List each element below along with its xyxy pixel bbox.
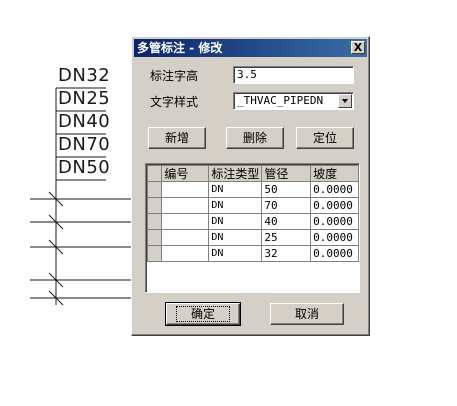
multi-pipe-annotation-dialog: 多管标注 - 修改 X 标注字高 3.5 文字样式 _THVAC_PIPEDN …: [131, 36, 370, 336]
table-row[interactable]: DN 25 0.0000: [146, 229, 359, 246]
dialog-titlebar[interactable]: 多管标注 - 修改 X: [134, 39, 367, 57]
cell-diameter[interactable]: 32: [261, 245, 312, 262]
pipe-table: 编号 标注类型 管径 坡度 DN 50 0.0000 DN 70 0.0000 …: [146, 165, 359, 262]
table-row[interactable]: DN 70 0.0000: [146, 197, 359, 214]
text-style-select[interactable]: _THVAC_PIPEDN: [233, 92, 354, 110]
add-button[interactable]: 新增: [148, 127, 206, 149]
column-header-id[interactable]: 编号: [161, 165, 210, 182]
cad-label-dn40: DN40: [58, 111, 111, 132]
column-header-type[interactable]: 标注类型: [208, 165, 263, 182]
cell-type[interactable]: DN: [208, 245, 263, 262]
row-selector[interactable]: [146, 213, 163, 230]
delete-button[interactable]: 删除: [226, 127, 284, 149]
cell-id[interactable]: [161, 213, 210, 230]
close-icon: X: [353, 41, 363, 54]
row-header-corner: [146, 165, 163, 182]
locate-button[interactable]: 定位: [296, 127, 354, 149]
font-height-input[interactable]: 3.5: [233, 66, 354, 84]
cell-diameter[interactable]: 25: [261, 229, 312, 246]
row-selector[interactable]: [146, 197, 163, 214]
cell-type[interactable]: DN: [208, 181, 263, 198]
cell-diameter[interactable]: 50: [261, 181, 312, 198]
table-row[interactable]: DN 50 0.0000: [146, 181, 359, 198]
row-selector[interactable]: [146, 229, 163, 246]
row-selector[interactable]: [146, 245, 163, 262]
table-row[interactable]: DN 40 0.0000: [146, 213, 359, 230]
column-header-slope[interactable]: 坡度: [310, 165, 359, 182]
row-selector[interactable]: [146, 181, 163, 198]
cell-type[interactable]: DN: [208, 229, 263, 246]
text-style-value: _THVAC_PIPEDN: [237, 94, 324, 107]
cell-id[interactable]: [161, 181, 210, 198]
cad-label-dn70: DN70: [58, 134, 111, 155]
cell-type[interactable]: DN: [208, 213, 263, 230]
cell-id[interactable]: [161, 245, 210, 262]
cell-id[interactable]: [161, 197, 210, 214]
table-header-row: 编号 标注类型 管径 坡度: [146, 165, 359, 182]
cell-slope[interactable]: 0.0000: [310, 213, 359, 230]
ok-button[interactable]: 确定: [165, 302, 241, 326]
cad-label-dn25: DN25: [58, 88, 111, 109]
table-row[interactable]: DN 32 0.0000: [146, 245, 359, 262]
close-button[interactable]: X: [351, 41, 365, 54]
ok-button-label: 确定: [175, 306, 230, 322]
cell-slope[interactable]: 0.0000: [310, 181, 359, 198]
dialog-title: 多管标注 - 修改: [137, 41, 223, 55]
chevron-down-icon[interactable]: [338, 94, 352, 108]
column-header-diameter[interactable]: 管径: [261, 165, 312, 182]
cad-label-dn50: DN50: [58, 157, 111, 178]
font-height-label: 标注字高: [150, 69, 199, 83]
cell-slope[interactable]: 0.0000: [310, 245, 359, 262]
cad-label-dn32: DN32: [58, 65, 111, 86]
pipe-grid[interactable]: 编号 标注类型 管径 坡度 DN 50 0.0000 DN 70 0.0000 …: [145, 163, 360, 293]
cell-slope[interactable]: 0.0000: [310, 197, 359, 214]
cell-diameter[interactable]: 70: [261, 197, 312, 214]
cell-diameter[interactable]: 40: [261, 213, 312, 230]
cancel-button[interactable]: 取消: [270, 303, 344, 325]
text-style-label: 文字样式: [150, 95, 199, 109]
cell-id[interactable]: [161, 229, 210, 246]
cell-type[interactable]: DN: [208, 197, 263, 214]
cell-slope[interactable]: 0.0000: [310, 229, 359, 246]
